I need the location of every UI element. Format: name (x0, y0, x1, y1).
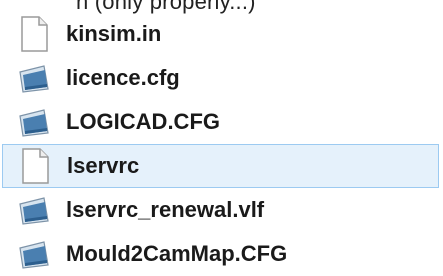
file-name: Mould2CamMap.CFG (66, 241, 288, 266)
config-file-icon (14, 234, 54, 274)
file-list: kinsim.in licence.cfg LOGICAD.CFG lservr… (0, 12, 443, 276)
config-file-icon (14, 102, 54, 142)
file-row-lservrc[interactable]: lservrc (2, 144, 439, 188)
file-row-logicad-cfg[interactable]: LOGICAD.CFG (0, 100, 443, 144)
file-row-mould2cammap-cfg[interactable]: Mould2CamMap.CFG (0, 232, 443, 276)
file-name: LOGICAD.CFG (66, 109, 220, 134)
blank-file-icon (14, 14, 54, 54)
file-row-lservrc-renewal-vlf[interactable]: lservrc_renewal.vlf (0, 188, 443, 232)
file-name: lservrc_renewal.vlf (66, 197, 265, 222)
file-name: lservrc (67, 153, 140, 178)
file-name: licence.cfg (66, 65, 180, 90)
file-row-licence-cfg[interactable]: licence.cfg (0, 56, 443, 100)
file-row-kinsim-in[interactable]: kinsim.in (0, 12, 443, 56)
blank-file-icon (15, 146, 55, 186)
file-name: kinsim.in (66, 21, 162, 46)
config-file-icon (14, 58, 54, 98)
config-file-icon (14, 190, 54, 230)
